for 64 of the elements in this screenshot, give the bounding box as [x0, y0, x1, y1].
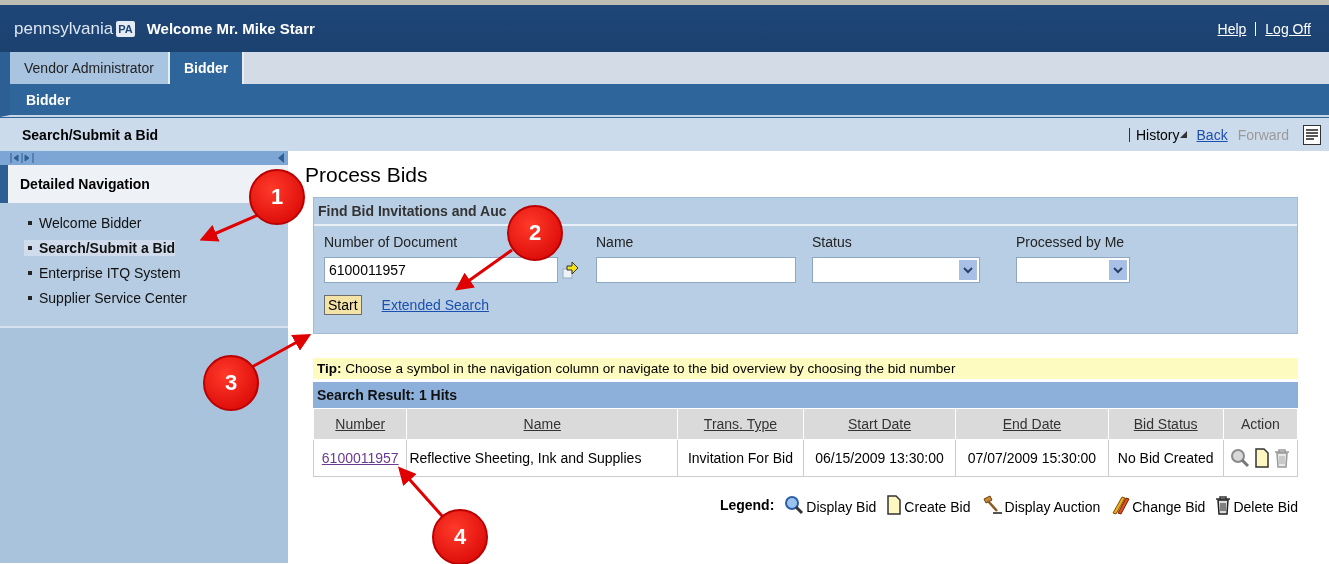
- header-link[interactable]: Log Off: [1265, 20, 1311, 37]
- menu-icon[interactable]: [1303, 124, 1321, 145]
- logo-badge: PA: [116, 20, 135, 37]
- arrow-icon[interactable]: [562, 260, 580, 280]
- field-label: Status: [812, 234, 852, 250]
- text-field[interactable]: 6100011957: [324, 257, 558, 283]
- magnifier-icon[interactable]: [784, 495, 805, 515]
- field-label: Processed by Me: [1016, 234, 1125, 250]
- start-button[interactable]: Start: [324, 295, 362, 315]
- column-header[interactable]: Number: [313, 408, 407, 440]
- header-link[interactable]: Help: [1217, 20, 1247, 37]
- nav-item[interactable]: Supplier Service Center: [28, 290, 187, 306]
- pencils-icon: [1110, 495, 1131, 515]
- trash-icon[interactable]: [1215, 495, 1232, 515]
- legend-text: Display Auction: [1004, 499, 1101, 515]
- field-label: Name: [596, 234, 634, 250]
- bid-number-link[interactable]: 6100011957: [321, 450, 399, 466]
- column-header[interactable]: End Date: [955, 408, 1109, 440]
- column-header: Action: [1223, 408, 1298, 440]
- field-label: Number of Document: [324, 234, 458, 250]
- scroll-arrows-icon[interactable]: [10, 153, 34, 163]
- pointer-arrow: [398, 466, 445, 518]
- legend-text: Create Bid: [904, 499, 971, 515]
- corner-icon: [1179, 131, 1187, 138]
- callout-badge: 4: [432, 509, 488, 564]
- column-header[interactable]: Trans. Type: [677, 408, 804, 440]
- extended-search-link[interactable]: Extended Search: [381, 297, 489, 313]
- column-header[interactable]: Start Date: [803, 408, 956, 440]
- table-cell: No Bid Created: [1108, 439, 1224, 477]
- page-heading: Process Bids: [305, 163, 429, 187]
- document-icon[interactable]: [1254, 448, 1271, 468]
- text-field[interactable]: [596, 257, 796, 283]
- dropdown-field[interactable]: [812, 257, 980, 283]
- table-cell: 07/07/2009 15:30:00: [955, 439, 1109, 477]
- pointer-arrow: [455, 248, 513, 291]
- column-header[interactable]: Bid Status: [1108, 408, 1224, 440]
- document-icon[interactable]: [886, 495, 903, 515]
- legend-text: Delete Bid: [1233, 499, 1298, 515]
- nav-link[interactable]: Back: [1196, 126, 1228, 143]
- results-title: Search Result: 1 Hits: [313, 382, 1298, 408]
- table-cell: Invitation For Bid: [677, 439, 804, 477]
- column-header[interactable]: Name: [406, 408, 678, 440]
- panel-title: Find Bid Invitations and Auc: [318, 203, 507, 219]
- legend-label: Legend:: [719, 497, 775, 513]
- dropdown-field[interactable]: [1016, 257, 1130, 283]
- nav-item[interactable]: Enterprise ITQ System: [28, 265, 181, 281]
- subnav-item[interactable]: Bidder: [26, 91, 71, 108]
- tab[interactable]: Bidder: [169, 52, 245, 84]
- welcome-text: Welcome Mr. Mike Starr: [146, 20, 315, 37]
- chevron-down-icon[interactable]: [963, 266, 973, 274]
- tab[interactable]: Vendor Administrator: [10, 52, 170, 84]
- nav-item[interactable]: Search/Submit a Bid: [24, 240, 176, 256]
- pointer-arrow: [199, 213, 259, 242]
- collapse-icon[interactable]: [278, 153, 284, 163]
- nav-item[interactable]: Welcome Bidder: [28, 215, 142, 231]
- legend-text: Display Bid: [806, 499, 877, 515]
- history-menu[interactable]: History: [1135, 126, 1187, 143]
- chevron-down-icon[interactable]: [1113, 266, 1123, 274]
- table-cell: 06/15/2009 13:30:00: [803, 439, 956, 477]
- page-title: Search/Submit a Bid: [22, 126, 159, 143]
- tip-text: Tip: Choose a symbol in the navigation column or navigate to the bid overview by choosing the bid number: [313, 358, 1298, 379]
- legend-text: Change Bid: [1132, 499, 1206, 515]
- pointer-arrow: [251, 334, 312, 369]
- logo-text: pennsylvania: [14, 18, 114, 39]
